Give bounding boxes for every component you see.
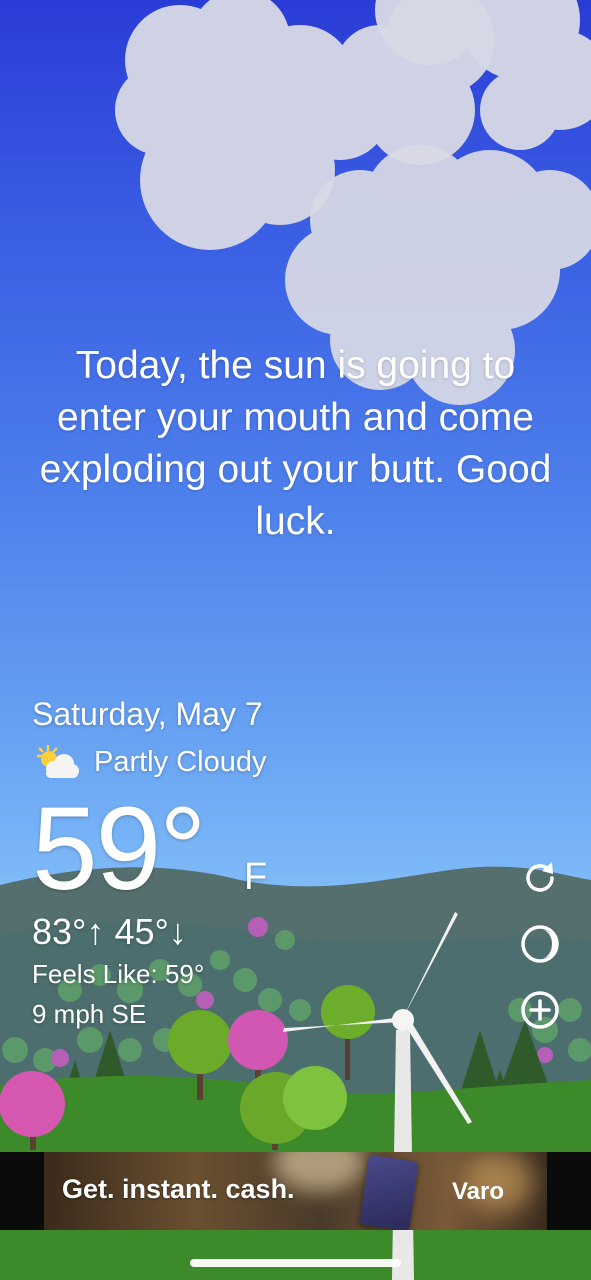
feels-like: Feels Like: 59° bbox=[32, 959, 205, 989]
refresh-icon bbox=[526, 862, 554, 892]
partly-cloudy-icon bbox=[37, 745, 79, 778]
home-indicator[interactable] bbox=[190, 1259, 401, 1267]
ad-creative[interactable]: Get. instant. cash. Varo bbox=[44, 1152, 547, 1230]
ad-brand: Varo bbox=[452, 1178, 505, 1205]
ad-banner[interactable]: Get. instant. cash. Varo bbox=[0, 1152, 591, 1230]
condition-text: Partly Cloudy bbox=[94, 745, 267, 778]
wind-speed: 9 mph SE bbox=[32, 999, 147, 1029]
weather-screen: Today, the sun is going to enter your mo… bbox=[0, 0, 591, 1280]
current-weather: Saturday, May 7 Partly Cloudy 59° F 83°↑… bbox=[32, 692, 267, 1034]
temperature-unit[interactable]: F bbox=[244, 856, 267, 899]
current-temperature: 59° bbox=[32, 783, 206, 915]
refresh-button[interactable] bbox=[517, 855, 563, 901]
debit-card-image bbox=[359, 1154, 419, 1230]
high-low-temperature: 83°↑ 45°↓ bbox=[32, 911, 187, 952]
forecast-message: Today, the sun is going to enter your mo… bbox=[39, 344, 552, 543]
temperature-row: 59° F bbox=[32, 790, 267, 910]
condition-row: Partly Cloudy bbox=[32, 740, 266, 784]
moon-icon bbox=[521, 925, 559, 963]
current-date: Saturday, May 7 bbox=[32, 696, 263, 732]
landscape-scene bbox=[0, 0, 591, 1280]
add-location-button[interactable] bbox=[517, 987, 563, 1033]
theme-button[interactable] bbox=[517, 921, 563, 967]
plus-circle-icon bbox=[521, 991, 559, 1029]
side-button-stack bbox=[517, 855, 563, 1053]
ad-headline: Get. instant. cash. bbox=[62, 1174, 295, 1204]
